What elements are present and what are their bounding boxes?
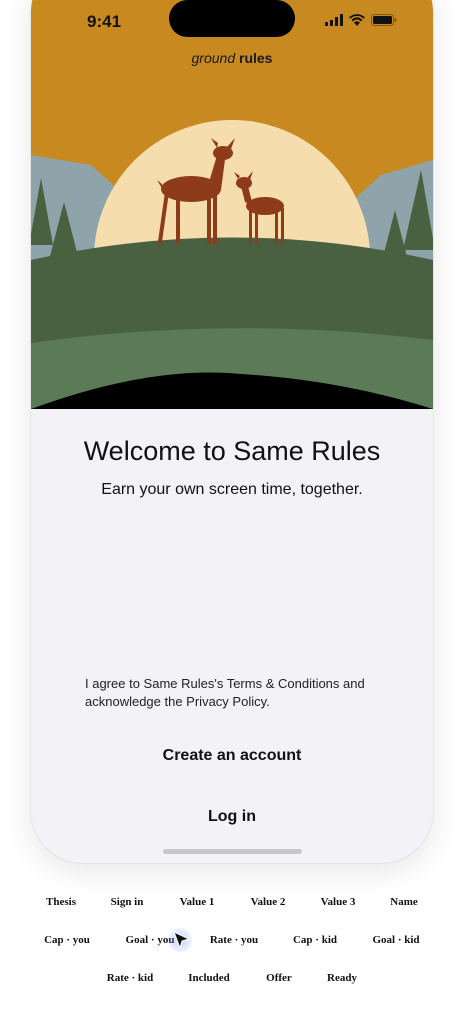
nav-link-goal-kid[interactable]: Goal · kid <box>372 934 419 946</box>
status-bar: 9:41 <box>31 0 433 44</box>
terms-line-2: acknowledge the Privacy Policy. <box>85 694 270 709</box>
brand-word-1: ground <box>191 50 236 66</box>
nav-link-rate-kid[interactable]: Rate · kid <box>107 972 153 984</box>
nav-link-value-2[interactable]: Value 2 <box>251 896 286 908</box>
status-icons <box>325 14 397 26</box>
nav-link-sign-in[interactable]: Sign in <box>111 896 144 908</box>
pointer-cursor-icon <box>168 928 194 952</box>
nav-link-included[interactable]: Included <box>188 972 230 984</box>
phone-frame: 9:41 ground rules Welcome to Same Rules … <box>31 0 433 863</box>
nav-link-cap-kid[interactable]: Cap · kid <box>293 934 337 946</box>
brand-word-2: rules <box>239 50 273 66</box>
nav-link-ready[interactable]: Ready <box>327 972 357 984</box>
nav-link-value-1[interactable]: Value 1 <box>180 896 215 908</box>
terms-line-1: I agree to Same Rules's Terms & Conditio… <box>85 676 365 691</box>
nav-link-value-3[interactable]: Value 3 <box>321 896 356 908</box>
welcome-subtitle: Earn your own screen time, together. <box>101 481 363 498</box>
dynamic-island <box>169 0 295 37</box>
status-time: 9:41 <box>87 12 122 31</box>
nav-link-cap-you[interactable]: Cap · you <box>44 934 90 946</box>
nav-link-thesis[interactable]: Thesis <box>46 896 76 908</box>
wifi-icon <box>349 14 365 26</box>
nav-link-name[interactable]: Name <box>390 896 418 908</box>
create-account-button[interactable]: Create an account <box>71 736 393 776</box>
nav-link-offer[interactable]: Offer <box>266 972 292 984</box>
signal-icon <box>325 14 343 26</box>
battery-icon <box>371 14 397 26</box>
nav-link-rate-you[interactable]: Rate · you <box>210 934 258 946</box>
welcome-title: Welcome to Same Rules <box>83 436 381 466</box>
home-indicator <box>163 849 302 854</box>
log-in-button[interactable]: Log in <box>71 797 393 837</box>
terms-text: I agree to Same Rules's Terms & Conditio… <box>85 675 395 711</box>
brand-logo: ground rules <box>31 50 433 66</box>
